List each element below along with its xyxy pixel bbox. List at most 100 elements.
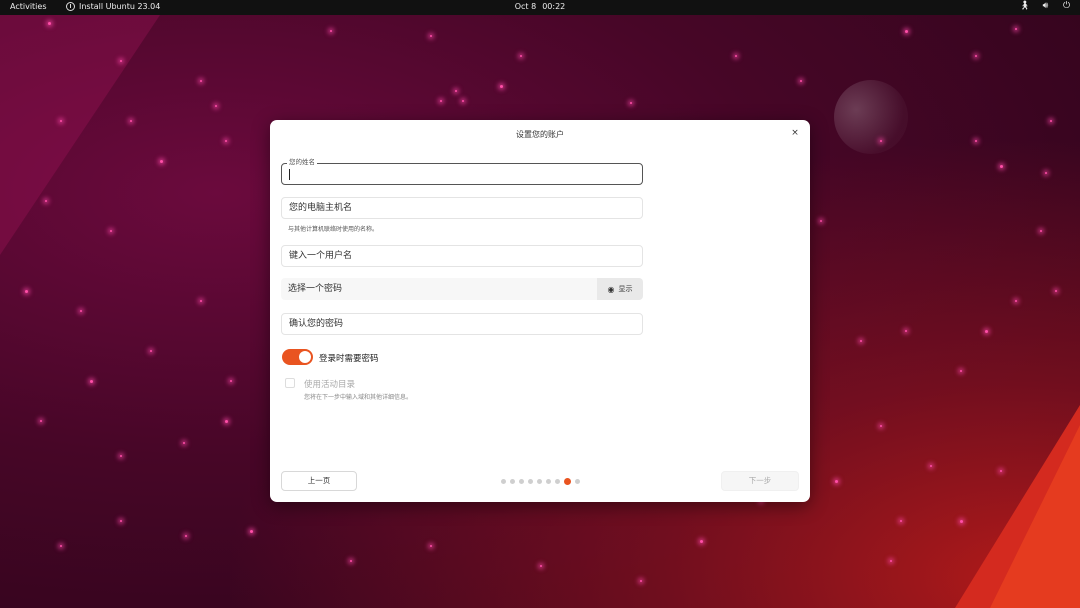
star [120,455,122,457]
close-icon[interactable]: × [789,127,801,139]
star [185,535,187,537]
require-password-toggle[interactable] [282,349,313,365]
star [455,90,457,92]
power-icon[interactable]: ⏻ [1061,1,1072,11]
star [183,442,185,444]
star [1045,172,1047,174]
star [735,55,737,57]
star [330,30,332,32]
star [960,370,962,372]
active-directory-label: 使用活动目录 [304,380,356,390]
star [225,420,228,423]
step-dot [575,479,580,484]
star [1015,300,1017,302]
star [890,560,892,562]
require-password-label: 登录时需要密码 [319,354,379,364]
show-password-label: 显示 [618,285,633,293]
star [80,310,82,312]
moon-shape [834,80,908,154]
hostname-input[interactable]: 您的电脑主机名 [281,197,643,219]
text-caret [289,169,290,180]
star [430,545,432,547]
star [500,85,503,88]
star [25,290,28,293]
step-dot [537,479,542,484]
next-button[interactable]: 下一步 [721,471,799,491]
step-dot [546,479,551,484]
system-tray[interactable]: 🚶︎ 🔊︎ ⏻ [1019,1,1072,11]
star [1040,230,1042,232]
star [462,100,464,102]
active-directory-hint: 您将在下一步中输入域和其他详细信息。 [304,394,413,401]
star [975,140,977,142]
star [60,545,62,547]
accessibility-icon[interactable]: 🚶︎ [1019,1,1030,11]
setup-account-dialog: 设置您的账户 × 您的姓名 您的电脑主机名 与其他计算机联络时使用的名称。 键入… [270,120,810,502]
full-name-legend: 您的姓名 [287,158,317,167]
back-button[interactable]: 上一页 [281,471,357,491]
star [440,100,442,102]
toggle-knob [299,351,311,363]
dialog-title: 设置您的账户 [516,130,564,139]
star [630,102,632,104]
star [900,520,902,522]
star [225,140,227,142]
star [960,520,963,523]
star [700,540,703,543]
star [48,22,51,25]
star [60,120,62,122]
star [860,340,862,342]
password-input[interactable]: 选择一个密码 [281,278,597,300]
step-indicator [501,478,580,485]
volume-icon[interactable]: 🔊︎ [1040,1,1051,11]
star [1050,120,1052,122]
clock-date: Oct 8 [514,2,537,11]
star [1000,470,1002,472]
star [1000,165,1003,168]
step-dot-current [564,478,571,485]
confirm-password-input[interactable]: 确认您的密码 [281,313,643,335]
star [200,300,202,302]
star [880,425,882,427]
step-dot [555,479,560,484]
star [250,530,253,533]
star [350,560,352,562]
username-input[interactable]: 键入一个用户名 [281,245,643,267]
star [120,520,122,522]
clock-time: 00:22 [542,2,566,11]
star [640,580,642,582]
star [880,140,882,142]
full-name-input[interactable]: 您的姓名 [281,158,643,185]
star [520,55,522,57]
star [160,160,163,163]
star [200,80,202,82]
star [90,380,93,383]
step-dot [528,479,533,484]
star [975,55,977,57]
star [215,105,217,107]
show-password-button[interactable]: ◉ 显示 [597,278,643,300]
star [45,200,47,202]
active-directory-checkbox[interactable] [285,378,295,388]
star [835,480,838,483]
eye-icon: ◉ [607,284,615,294]
star [540,565,542,567]
star [110,230,112,232]
star [930,465,932,467]
star [820,220,822,222]
star [1055,290,1057,292]
star [905,30,908,33]
star [230,380,232,382]
top-bar: Activities Install Ubuntu 23.04 Oct 8 00:… [0,0,1080,15]
step-dot [519,479,524,484]
star [430,35,432,37]
step-dot [510,479,515,484]
star [150,350,152,352]
clock[interactable]: Oct 8 00:22 [0,2,1080,11]
hostname-hint: 与其他计算机联络时使用的名称。 [288,226,379,233]
star [985,330,988,333]
password-row: 选择一个密码 ◉ 显示 [281,278,643,300]
star [130,120,132,122]
star [40,420,42,422]
star [905,330,907,332]
